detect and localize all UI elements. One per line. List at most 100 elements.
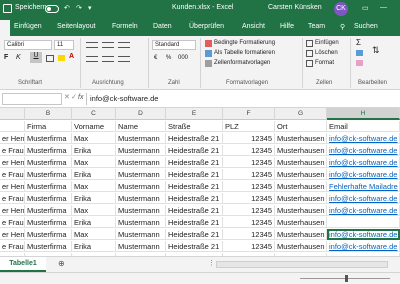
table-cell[interactable]: Mustermann	[116, 133, 166, 144]
table-cell[interactable]: 12345	[223, 145, 275, 156]
table-cell[interactable]: e Frau	[0, 217, 25, 228]
table-cell[interactable]: Musterhausen	[275, 157, 327, 168]
table-cell[interactable]: 12345	[223, 181, 275, 192]
sheet-tab[interactable]: Tabelle1	[0, 257, 46, 272]
table-cell[interactable]: Musterfirma	[25, 217, 72, 228]
tab-hilfe[interactable]: Hilfe	[280, 23, 294, 30]
column-header[interactable]: G	[275, 108, 327, 120]
redo-icon[interactable]: ↷	[76, 4, 82, 12]
table-header-cell[interactable]: Straße	[166, 121, 223, 132]
enter-icon[interactable]: ✓	[71, 94, 77, 102]
table-cell[interactable]: Mustermann	[116, 241, 166, 252]
tab-start[interactable]	[0, 20, 10, 36]
column-header[interactable]: C	[72, 108, 116, 120]
table-cell[interactable]: er Herr	[0, 181, 25, 192]
table-cell[interactable]: info@ck-software.de	[327, 193, 400, 204]
table-cell[interactable]: Heidestraße 21	[166, 133, 223, 144]
table-cell[interactable]: Musterhausen	[275, 169, 327, 180]
fill-color-icon[interactable]	[58, 55, 65, 61]
table-cell[interactable]: 12345	[223, 157, 275, 168]
undo-icon[interactable]: ↶	[64, 4, 70, 12]
column-header[interactable]: E	[166, 108, 223, 120]
wrap-text-icon[interactable]	[118, 42, 130, 48]
column-header[interactable]: D	[116, 108, 166, 120]
table-cell[interactable]: Heidestraße 21	[166, 181, 223, 192]
underline-button[interactable]: U	[30, 52, 42, 63]
table-cell[interactable]: Erika	[72, 169, 116, 180]
table-cell[interactable]: Musterfirma	[25, 229, 72, 240]
number-format-select[interactable]: Standard	[152, 40, 196, 50]
formula-input[interactable]: info@ck-software.de	[86, 93, 398, 105]
table-cell[interactable]: Max	[72, 229, 116, 240]
save-icon[interactable]	[3, 4, 12, 13]
table-cell[interactable]: 12345	[223, 205, 275, 216]
table-cell[interactable]: Mustermann	[116, 157, 166, 168]
table-cell[interactable]: 12345	[223, 217, 275, 228]
table-cell[interactable]: Mustermann	[116, 229, 166, 240]
borders-icon[interactable]	[46, 55, 54, 62]
table-cell[interactable]: Erika	[72, 193, 116, 204]
align-center-icon[interactable]	[102, 56, 114, 62]
conditional-formatting-button[interactable]: Bedingte Formatierung	[214, 39, 275, 47]
font-name-select[interactable]: Calibri	[4, 40, 52, 50]
column-header[interactable]: B	[25, 108, 72, 120]
table-cell[interactable]: Musterhausen	[275, 193, 327, 204]
table-cell[interactable]: Mustermann	[116, 181, 166, 192]
table-cell[interactable]: e Frau	[0, 193, 25, 204]
cell-styles-button[interactable]: Zellenformatvorlagen	[214, 59, 270, 67]
sort-filter-icon[interactable]: ⇅	[372, 46, 380, 55]
font-color-button[interactable]: A	[69, 53, 74, 61]
currency-format-button[interactable]: €	[154, 54, 157, 62]
merge-cells-icon[interactable]	[118, 56, 130, 62]
add-sheet-icon[interactable]: ⊕	[58, 260, 65, 268]
table-cell[interactable]: Mustermann	[116, 205, 166, 216]
align-left-icon[interactable]	[86, 56, 98, 62]
table-cell[interactable]: Max	[72, 133, 116, 144]
tab-einfuegen[interactable]: Einfügen	[14, 23, 42, 30]
table-cell[interactable]: Mustermann	[116, 217, 166, 228]
table-cell[interactable]: Heidestraße 21	[166, 145, 223, 156]
table-header-cell[interactable]: PLZ	[223, 121, 275, 132]
italic-button[interactable]: K	[16, 54, 21, 62]
tab-team[interactable]: Team	[308, 23, 325, 30]
table-cell[interactable]: info@ck-software.de	[327, 157, 400, 168]
table-cell[interactable]: e Frau	[0, 241, 25, 252]
align-top-icon[interactable]	[86, 42, 98, 48]
tab-ansicht[interactable]: Ansicht	[242, 23, 265, 30]
table-header-cell[interactable]: Ort	[275, 121, 327, 132]
user-name[interactable]: Carsten Künsken	[268, 4, 322, 11]
table-cell[interactable]: Musterhausen	[275, 241, 327, 252]
column-header-selected[interactable]: H	[327, 108, 400, 120]
table-cell[interactable]: Musterhausen	[275, 205, 327, 216]
table-cell[interactable]: Erika	[72, 145, 116, 156]
zoom-slider-handle[interactable]	[345, 275, 348, 282]
font-size-select[interactable]: 11	[54, 40, 74, 50]
table-cell[interactable]	[0, 121, 25, 132]
table-cell[interactable]: Musterfirma	[25, 133, 72, 144]
table-cell[interactable]: Heidestraße 21	[166, 229, 223, 240]
table-cell[interactable]: Heidestraße 21	[166, 217, 223, 228]
name-box[interactable]	[2, 93, 62, 105]
autosum-icon[interactable]: Σ	[356, 39, 361, 47]
table-cell[interactable]: Musterfirma	[25, 241, 72, 252]
table-cell[interactable]: Heidestraße 21	[166, 241, 223, 252]
table-cell[interactable]: 12345	[223, 133, 275, 144]
tab-formeln[interactable]: Formeln	[112, 23, 138, 30]
table-cell[interactable]: info@ck-software.de	[327, 241, 400, 252]
align-middle-icon[interactable]	[102, 42, 114, 48]
table-cell[interactable]: 12345	[223, 241, 275, 252]
table-cell[interactable]: info@ck-software.de	[327, 133, 400, 144]
table-cell[interactable]: Musterfirma	[25, 181, 72, 192]
table-cell[interactable]: er Herr	[0, 229, 25, 240]
table-cell[interactable]: Musterfirma	[25, 169, 72, 180]
delete-cells-button[interactable]: Löschen	[315, 49, 338, 57]
table-cell[interactable]: er Herr	[0, 205, 25, 216]
tab-daten[interactable]: Daten	[153, 23, 172, 30]
table-cell[interactable]: Musterfirma	[25, 205, 72, 216]
insert-cells-button[interactable]: Einfügen	[315, 39, 339, 47]
table-cell[interactable]: er Herr	[0, 157, 25, 168]
table-header-cell[interactable]: Email	[327, 121, 400, 132]
horizontal-scrollbar[interactable]	[216, 261, 388, 268]
table-header-cell[interactable]: Firma	[25, 121, 72, 132]
avatar[interactable]: CK	[334, 2, 348, 16]
